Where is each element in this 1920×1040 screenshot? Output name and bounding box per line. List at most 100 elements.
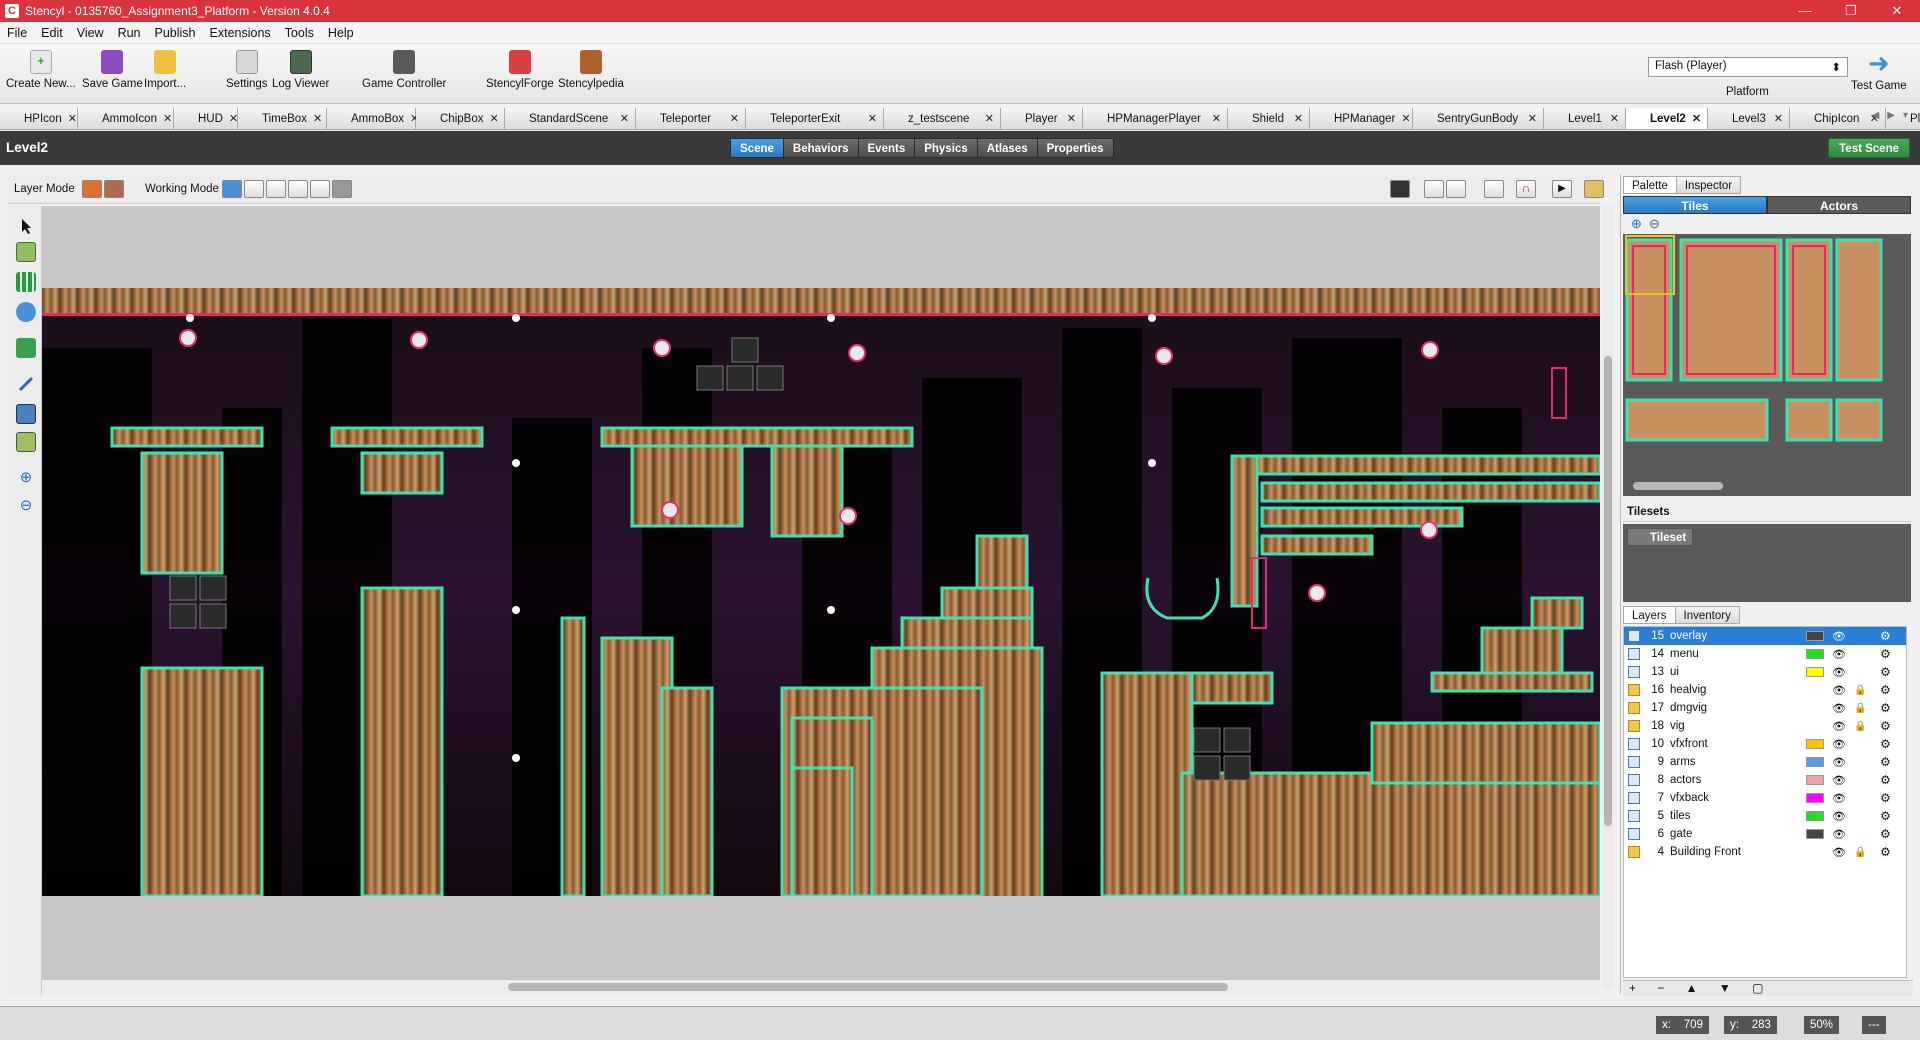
bucket-fill-icon[interactable] [16, 302, 36, 322]
close-tab-icon[interactable]: ✕ [483, 112, 498, 125]
layer-settings-gear-icon[interactable]: ⚙ [1880, 665, 1891, 679]
doc-tab-shield[interactable]: Shield ✕ [1228, 108, 1310, 129]
close-tab-icon[interactable]: ✕ [1395, 112, 1410, 125]
visibility-eye-icon[interactable]: 👁 [1832, 828, 1846, 841]
visibility-eye-icon[interactable]: 👁 [1832, 756, 1846, 769]
close-tab-icon[interactable]: ✕ [1604, 112, 1619, 125]
layer-color-swatch[interactable] [1806, 829, 1824, 839]
tab-actors[interactable]: Actors [1767, 196, 1911, 214]
import-button[interactable]: Import... [144, 50, 186, 90]
close-tab-icon[interactable]: ✕ [1522, 112, 1537, 125]
working-mode-actor-button[interactable] [266, 180, 286, 198]
tileset-item[interactable]: Tileset [1627, 528, 1694, 546]
close-button[interactable]: ✕ [1874, 0, 1920, 22]
layer-row[interactable]: 15 overlay 👁 ⚙ [1624, 627, 1906, 645]
tile-palette[interactable] [1623, 234, 1911, 496]
layer-row[interactable]: 18 vig 👁 🔒 ⚙ [1624, 717, 1906, 735]
layer-mode-all-button[interactable] [104, 180, 124, 198]
layer-settings-gear-icon[interactable]: ⚙ [1880, 737, 1891, 751]
layer-color-swatch[interactable] [1806, 811, 1824, 821]
scene-canvas[interactable] [42, 206, 1600, 990]
menu-publish[interactable]: Publish [148, 26, 203, 40]
palette-zoom-out-icon[interactable]: ⊖ [1649, 216, 1660, 232]
close-tab-icon[interactable]: ✕ [1686, 112, 1701, 125]
log-viewer-button[interactable]: Log Viewer [272, 50, 329, 90]
play-icon[interactable]: ▶ [1552, 180, 1572, 198]
doc-tab-timebox[interactable]: TimeBox ✕ [238, 108, 327, 129]
layer-actions[interactable]: + − ▲ ▼ ▢ [1623, 980, 1913, 996]
close-tab-icon[interactable]: ✕ [62, 112, 77, 125]
level-view[interactable] [42, 288, 1600, 896]
layer-row[interactable]: 10 vfxfront 👁 ⚙ [1624, 735, 1906, 753]
doc-tab-teleporter[interactable]: Teleporter ✕ [636, 108, 746, 129]
layer-row[interactable]: 5 tiles 👁 ⚙ [1624, 807, 1906, 825]
doc-tab-level1[interactable]: Level1 ✕ [1544, 108, 1626, 129]
layer-color-swatch[interactable] [1806, 667, 1824, 677]
visibility-eye-icon[interactable]: 👁 [1832, 666, 1846, 679]
doc-tab-hpmanagerplayer[interactable]: HPManagerPlayer ✕ [1083, 108, 1228, 129]
layer-color-swatch[interactable] [1806, 631, 1824, 641]
lock-icon[interactable]: 🔒 [1854, 685, 1866, 696]
working-mode-region-button[interactable] [288, 180, 308, 198]
tab-scene[interactable]: Scene [730, 138, 784, 158]
layer-settings-gear-icon[interactable]: ⚙ [1880, 827, 1891, 841]
palette-zoom-in-icon[interactable]: ⊕ [1631, 216, 1642, 232]
lock-icon[interactable]: 🔒 [1854, 721, 1866, 732]
stamp-icon[interactable] [16, 338, 36, 358]
working-mode-tiles-button[interactable] [222, 180, 242, 198]
working-mode-gray-button[interactable] [332, 180, 352, 198]
layer-settings-gear-icon[interactable]: ⚙ [1880, 791, 1891, 805]
layer-row[interactable]: 6 gate 👁 ⚙ [1624, 825, 1906, 843]
close-tab-icon[interactable]: ✕ [1061, 112, 1076, 125]
doc-tab-level2[interactable]: Level2 ✕ [1626, 108, 1708, 129]
horizontal-scroll-thumb[interactable] [508, 983, 1228, 991]
layer-color-swatch[interactable] [1806, 649, 1824, 659]
tab-palette[interactable]: Palette [1623, 176, 1677, 194]
doc-tab-level3[interactable]: Level3 ✕ [1708, 108, 1790, 129]
doc-tab-chipbox[interactable]: ChipBox ✕ [416, 108, 505, 129]
stencylforge-button[interactable]: StencylForge [486, 50, 554, 90]
menu-edit[interactable]: Edit [34, 26, 70, 40]
zoom-in-icon[interactable]: ⊕ [16, 468, 36, 488]
grid-single-button[interactable] [1424, 180, 1444, 198]
close-tab-icon[interactable]: ✕ [862, 112, 877, 125]
layer-color-swatch[interactable] [1806, 739, 1824, 749]
tab-tiles[interactable]: Tiles [1623, 196, 1767, 214]
test-scene-button[interactable]: Test Scene [1828, 138, 1910, 158]
maximize-button[interactable]: ❐ [1828, 0, 1874, 22]
tab-events[interactable]: Events [857, 138, 916, 158]
tab-properties[interactable]: Properties [1036, 138, 1114, 158]
layer-row[interactable]: 17 dmgvig 👁 🔒 ⚙ [1624, 699, 1906, 717]
lock-icon[interactable]: 🔒 [1854, 847, 1866, 858]
close-tab-icon[interactable]: ✕ [223, 112, 238, 125]
doc-tab-player[interactable]: Player ✕ [1001, 108, 1083, 129]
image-region-icon[interactable] [16, 432, 36, 452]
layer-row[interactable]: 8 actors 👁 ⚙ [1624, 771, 1906, 789]
layer-settings-gear-icon[interactable]: ⚙ [1880, 647, 1891, 661]
magnet-snap-icon[interactable]: ∩ [1516, 180, 1536, 198]
doc-tab-teleporterexit[interactable]: TeleporterExit ✕ [746, 108, 884, 129]
layer-color-swatch[interactable] [1806, 775, 1824, 785]
view-screen-button[interactable] [1390, 180, 1410, 198]
layer-row[interactable]: 9 arms 👁 ⚙ [1624, 753, 1906, 771]
menu-tools[interactable]: Tools [278, 26, 321, 40]
visibility-eye-icon[interactable]: 👁 [1832, 774, 1846, 787]
layer-row[interactable]: 4 Building Front 👁 🔒 ⚙ [1624, 843, 1906, 861]
tab-atlases[interactable]: Atlases [976, 138, 1038, 158]
test-game-button[interactable]: ➜ Test Game [1851, 50, 1907, 92]
layer-settings-gear-icon[interactable]: ⚙ [1880, 683, 1891, 697]
doc-tab-ammobox[interactable]: AmmoBox ✕ [327, 108, 419, 129]
close-tab-icon[interactable]: ✕ [724, 112, 739, 125]
layer-mode-single-button[interactable] [82, 180, 102, 198]
layer-settings-gear-icon[interactable]: ⚙ [1880, 809, 1891, 823]
layer-settings-gear-icon[interactable]: ⚙ [1880, 773, 1891, 787]
doc-tab-ammoicon[interactable]: AmmoIcon ✕ [78, 108, 174, 129]
menu-view[interactable]: View [70, 26, 111, 40]
close-tab-icon[interactable]: ✕ [1206, 112, 1221, 125]
layer-row[interactable]: 7 vfxback 👁 ⚙ [1624, 789, 1906, 807]
visibility-eye-icon[interactable]: 👁 [1832, 792, 1846, 805]
close-tab-icon[interactable]: ✕ [307, 112, 322, 125]
layer-color-swatch[interactable] [1806, 793, 1824, 803]
layer-settings-gear-icon[interactable]: ⚙ [1880, 629, 1891, 643]
visibility-eye-icon[interactable]: 👁 [1832, 810, 1846, 823]
